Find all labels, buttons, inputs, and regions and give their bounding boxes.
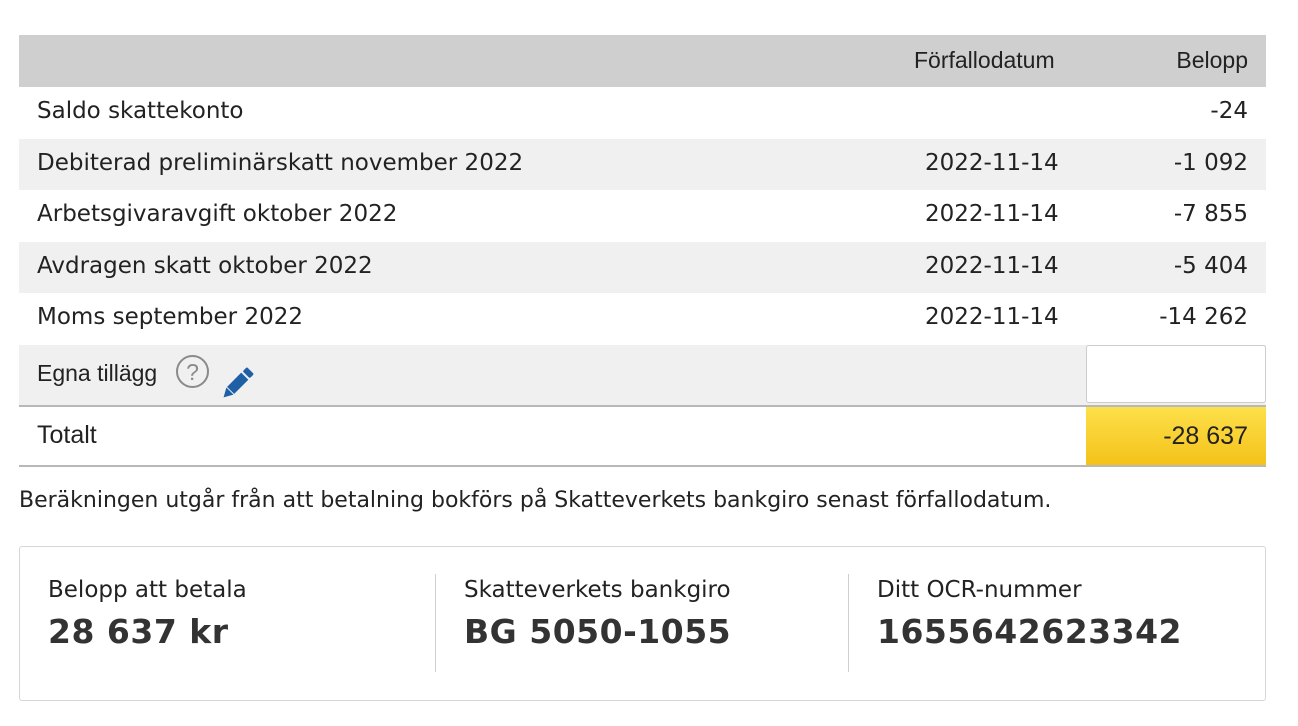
row-date: 2022-11-14 (925, 304, 1059, 331)
row-date: 2022-11-14 (925, 149, 1059, 176)
row-description: Debiterad preliminärskatt november 2022 (37, 149, 524, 176)
table-row: Moms september 2022 2022-11-14 -14 262 (19, 293, 1266, 345)
payment-amount-value: 28 637 kr (48, 612, 229, 651)
header-due-date: Förfallodatum (914, 47, 1055, 73)
tax-table: Förfallodatum Belopp Saldo skattekonto -… (19, 35, 1266, 467)
table-header: Förfallodatum Belopp (19, 35, 1266, 87)
bankgiro: Skatteverkets bankgiro BG 5050-1055 (464, 577, 731, 651)
row-amount: -5 404 (1173, 252, 1248, 279)
table-row: Arbetsgivaravgift oktober 2022 2022-11-1… (19, 190, 1266, 242)
row-date: 2022-11-14 (925, 201, 1059, 228)
table-row: Saldo skattekonto -24 (19, 87, 1266, 139)
payment-amount-label: Belopp att betala (48, 577, 247, 603)
ocr-number: Ditt OCR-nummer 1655642623342 (877, 577, 1182, 651)
header-amount: Belopp (1176, 47, 1248, 73)
row-description: Saldo skattekonto (37, 98, 244, 124)
total-value: -28 637 (1086, 406, 1266, 465)
table-row: Debiterad preliminärskatt november 2022 … (19, 138, 1266, 191)
own-additions-label: Egna tillägg (37, 359, 158, 386)
question-circle-icon[interactable]: ? (176, 354, 209, 388)
pencil-icon[interactable] (216, 363, 258, 405)
ocr-label: Ditt OCR-nummer (877, 577, 1082, 603)
own-additions-input[interactable] (1086, 344, 1266, 403)
table-row: Avdragen skatt oktober 2022 2022-11-14 -… (19, 241, 1266, 294)
payment-info-card: Belopp att betala 28 637 kr Skatteverket… (19, 546, 1266, 701)
total-label: Totalt (37, 420, 97, 449)
divider (435, 574, 436, 672)
ocr-value: 1655642623342 (877, 612, 1182, 651)
row-description: Arbetsgivaravgift oktober 2022 (37, 201, 398, 228)
divider (848, 574, 849, 672)
payment-amount: Belopp att betala 28 637 kr (48, 577, 247, 651)
row-amount: -24 (1210, 98, 1248, 124)
own-additions-row: Egna tillägg ? (19, 344, 1266, 407)
total-row: Totalt -28 637 (19, 406, 1266, 467)
bankgiro-value: BG 5050-1055 (464, 612, 732, 651)
row-amount: -14 262 (1159, 304, 1248, 331)
bankgiro-label: Skatteverkets bankgiro (464, 577, 731, 603)
row-amount: -1 092 (1173, 149, 1248, 176)
row-amount: -7 855 (1173, 201, 1248, 228)
row-description: Moms september 2022 (37, 304, 303, 331)
calculation-note: Beräkningen utgår från att betalning bok… (19, 488, 1052, 513)
row-description: Avdragen skatt oktober 2022 (37, 252, 373, 279)
row-date: 2022-11-14 (925, 252, 1059, 279)
